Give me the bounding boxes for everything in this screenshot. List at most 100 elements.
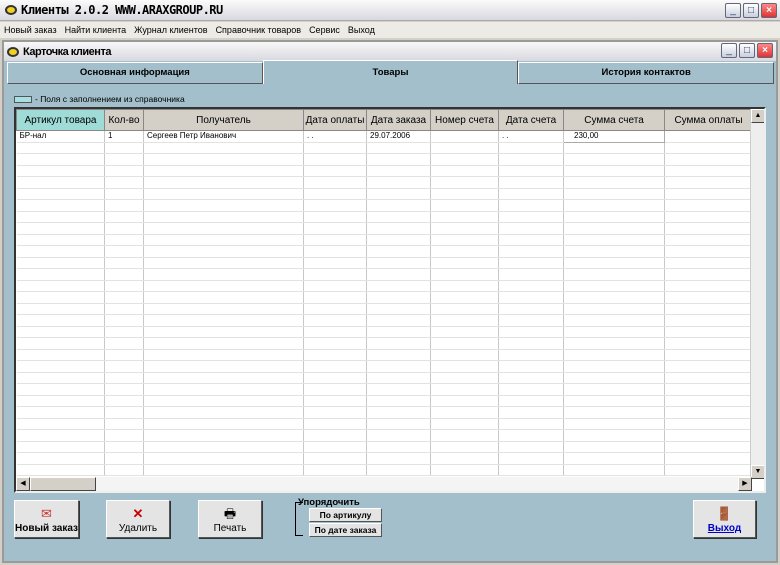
table-cell[interactable] bbox=[366, 429, 431, 442]
table-cell[interactable] bbox=[664, 303, 753, 315]
table-cell[interactable] bbox=[498, 383, 564, 396]
table-row[interactable] bbox=[16, 464, 753, 476]
close-button[interactable]: × bbox=[761, 3, 777, 18]
table-cell[interactable] bbox=[303, 337, 367, 350]
table-row[interactable] bbox=[16, 245, 753, 258]
table-cell[interactable] bbox=[303, 372, 367, 384]
table-cell[interactable] bbox=[143, 349, 304, 361]
table-cell[interactable] bbox=[664, 314, 753, 327]
table-cell[interactable] bbox=[563, 406, 665, 419]
table-cell[interactable] bbox=[104, 303, 144, 315]
table-cell[interactable] bbox=[143, 245, 304, 258]
table-cell[interactable] bbox=[430, 130, 499, 143]
table-cell[interactable] bbox=[104, 418, 144, 430]
table-cell[interactable] bbox=[104, 280, 144, 292]
delete-button[interactable]: ✕ Удалить bbox=[106, 500, 170, 538]
table-row[interactable] bbox=[16, 314, 753, 327]
table-cell[interactable] bbox=[366, 383, 431, 396]
table-cell[interactable] bbox=[16, 452, 105, 465]
table-cell[interactable] bbox=[303, 383, 367, 396]
table-cell[interactable] bbox=[16, 314, 105, 327]
table-cell[interactable] bbox=[303, 406, 367, 419]
table-cell[interactable] bbox=[366, 291, 431, 304]
table-cell[interactable] bbox=[16, 418, 105, 430]
table-cell[interactable] bbox=[430, 188, 499, 200]
table-cell[interactable] bbox=[104, 153, 144, 166]
table-cell[interactable] bbox=[498, 303, 564, 315]
table-cell[interactable] bbox=[498, 406, 564, 419]
table-cell[interactable] bbox=[16, 188, 105, 200]
table-cell[interactable] bbox=[563, 222, 665, 235]
table-cell[interactable] bbox=[430, 211, 499, 223]
table-cell[interactable] bbox=[563, 188, 665, 200]
table-cell[interactable] bbox=[104, 349, 144, 361]
table-cell[interactable] bbox=[563, 176, 665, 189]
table-cell[interactable] bbox=[104, 188, 144, 200]
table-cell[interactable] bbox=[16, 360, 105, 373]
table-cell[interactable] bbox=[498, 441, 564, 453]
table-cell[interactable] bbox=[563, 349, 665, 361]
table-cell[interactable] bbox=[430, 257, 499, 269]
table-cell[interactable] bbox=[143, 165, 304, 177]
table-cell[interactable] bbox=[16, 142, 105, 154]
table-cell[interactable] bbox=[366, 234, 431, 246]
table-cell[interactable] bbox=[430, 165, 499, 177]
table-cell[interactable] bbox=[498, 153, 564, 166]
table-row[interactable] bbox=[16, 303, 753, 315]
table-row[interactable] bbox=[16, 211, 753, 223]
table-cell[interactable] bbox=[366, 314, 431, 327]
table-cell[interactable] bbox=[498, 280, 564, 292]
table-cell[interactable] bbox=[16, 257, 105, 269]
table-cell[interactable] bbox=[664, 452, 753, 465]
print-button[interactable]: 🖶 Печать bbox=[198, 500, 262, 538]
table-cell[interactable] bbox=[16, 395, 105, 407]
table-cell[interactable] bbox=[563, 360, 665, 373]
table-cell[interactable] bbox=[430, 280, 499, 292]
table-cell[interactable] bbox=[664, 326, 753, 338]
table-cell[interactable] bbox=[303, 418, 367, 430]
table-row[interactable] bbox=[16, 337, 753, 350]
table-cell[interactable] bbox=[143, 222, 304, 235]
table-cell[interactable] bbox=[563, 303, 665, 315]
table-cell[interactable] bbox=[430, 372, 499, 384]
table-cell[interactable] bbox=[104, 383, 144, 396]
table-cell[interactable] bbox=[563, 234, 665, 246]
table-cell[interactable] bbox=[16, 406, 105, 419]
table-cell[interactable] bbox=[366, 326, 431, 338]
tab-products[interactable]: Товары bbox=[262, 60, 519, 84]
table-cell[interactable] bbox=[664, 188, 753, 200]
table-cell[interactable]: 230,00 bbox=[563, 130, 665, 143]
table-cell[interactable] bbox=[498, 395, 564, 407]
table-cell[interactable] bbox=[303, 349, 367, 361]
table-row[interactable] bbox=[16, 142, 753, 154]
table-cell[interactable] bbox=[104, 142, 144, 154]
table-cell[interactable] bbox=[664, 418, 753, 430]
exit-button[interactable]: 🚪 Выход bbox=[693, 500, 756, 538]
table-cell[interactable] bbox=[303, 222, 367, 235]
table-cell[interactable] bbox=[664, 176, 753, 189]
table-cell[interactable] bbox=[498, 314, 564, 327]
table-row[interactable] bbox=[16, 291, 753, 304]
table-row[interactable] bbox=[16, 441, 753, 453]
table-cell[interactable] bbox=[143, 452, 304, 465]
table-cell[interactable] bbox=[104, 452, 144, 465]
table-cell[interactable] bbox=[16, 372, 105, 384]
table-cell[interactable] bbox=[430, 303, 499, 315]
tab-main-info[interactable]: Основная информация bbox=[7, 62, 263, 84]
table-cell[interactable] bbox=[664, 222, 753, 235]
table-cell[interactable] bbox=[303, 165, 367, 177]
table-cell[interactable] bbox=[563, 337, 665, 350]
table-cell[interactable] bbox=[104, 395, 144, 407]
table-row[interactable] bbox=[16, 360, 753, 373]
table-cell[interactable] bbox=[143, 268, 304, 281]
table-cell[interactable] bbox=[366, 142, 431, 154]
table-row[interactable] bbox=[16, 395, 753, 407]
table-cell[interactable] bbox=[664, 268, 753, 281]
column-header[interactable]: Артикул товара bbox=[16, 109, 105, 131]
table-row[interactable] bbox=[16, 199, 753, 212]
table-cell[interactable] bbox=[664, 199, 753, 212]
table-cell[interactable] bbox=[16, 280, 105, 292]
table-cell[interactable] bbox=[366, 303, 431, 315]
scroll-down-icon[interactable]: ▼ bbox=[751, 465, 764, 479]
table-row[interactable] bbox=[16, 176, 753, 189]
